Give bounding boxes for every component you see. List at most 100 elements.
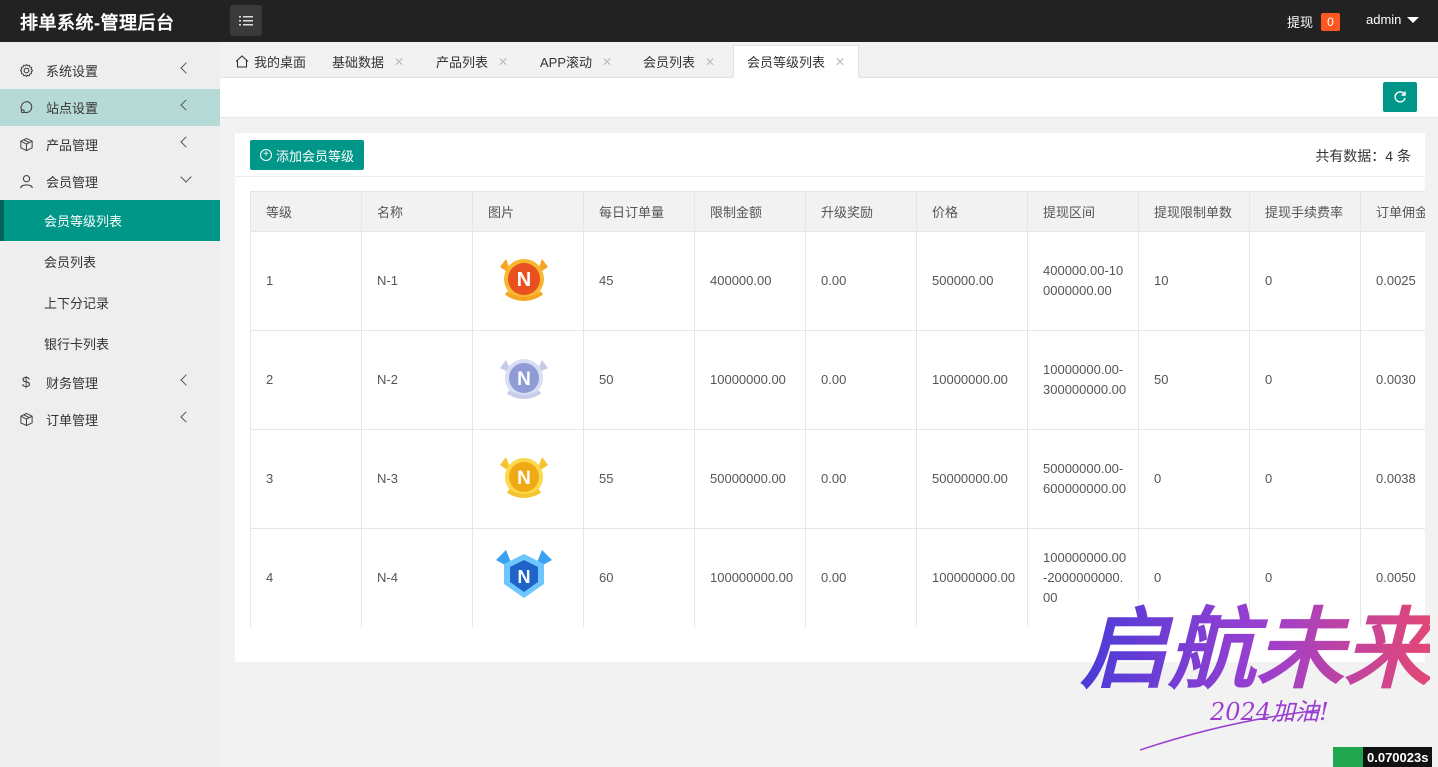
cell-daily-orders: 60 <box>583 528 695 627</box>
sidebar-item-label: 财务管理 <box>46 376 99 391</box>
chevron-left-icon <box>180 62 192 74</box>
tab-label: 产品列表 <box>436 55 489 70</box>
caret-down-icon <box>1407 16 1420 23</box>
user-name: admin <box>1366 12 1402 27</box>
cell-price: 50000000.00 <box>916 429 1028 529</box>
sidebar-subitem-label: 会员列表 <box>44 255 97 270</box>
cell-image: N <box>472 231 584 331</box>
cell-withdraw-range: 100000000.00-2000000000.00 <box>1027 528 1139 627</box>
user-menu[interactable]: admin <box>1366 12 1420 27</box>
cell-withdraw-limit-count: 10 <box>1138 231 1250 331</box>
sidebar-subitem-bank-cards[interactable]: 银行卡列表 <box>0 323 220 364</box>
cell-name: N-4 <box>361 528 473 627</box>
close-icon[interactable]: ✕ <box>498 55 508 69</box>
cell-upgrade-bonus: 0.00 <box>805 330 917 430</box>
cell-limit-amount: 400000.00 <box>694 231 806 331</box>
sidebar-item-site-settings[interactable]: 站点设置 <box>0 89 220 126</box>
list-icon <box>239 15 253 25</box>
chevron-left-icon <box>180 411 192 423</box>
cell-name: N-1 <box>361 231 473 331</box>
cell-image: N <box>472 528 584 627</box>
sidebar-item-product-management[interactable]: 产品管理 <box>0 126 220 163</box>
close-icon[interactable]: ✕ <box>602 55 612 69</box>
sidebar-item-finance-management[interactable]: $ 财务管理 <box>0 364 220 401</box>
sidebar-subitem-label: 上下分记录 <box>44 296 110 311</box>
add-member-level-button[interactable]: + 添加会员等级 <box>250 140 365 170</box>
sidebar-subitem-credit-records[interactable]: 上下分记录 <box>0 282 220 323</box>
sidebar-subitem-member-levels[interactable]: 会员等级列表 <box>0 200 220 241</box>
cell-upgrade-bonus: 0.00 <box>805 528 917 627</box>
tab-home[interactable]: 我的桌面 <box>235 45 306 78</box>
table-row: 4 N-4 N 60 100000000.00 0.00 100000000.0… <box>250 528 1425 627</box>
cell-limit-amount: 50000000.00 <box>694 429 806 529</box>
level-badge-silver-icon: N <box>500 359 548 399</box>
tab-app-scroll[interactable]: APP滚动 ✕ <box>540 45 612 78</box>
sidebar-item-member-management[interactable]: 会员管理 <box>0 163 220 200</box>
menu-toggle-button[interactable] <box>230 5 262 36</box>
cell-commission: 0.0030 <box>1360 330 1425 430</box>
svg-text:N: N <box>518 567 531 587</box>
chevron-left-icon <box>180 136 192 148</box>
content-card: + 添加会员等级 共有数据：4 条 等级 名称 图片 每日订单量 限制金额 升级… <box>235 133 1425 662</box>
level-badge-blue-icon: N <box>496 550 552 598</box>
cell-commission: 0.0038 <box>1360 429 1425 529</box>
cell-daily-orders: 55 <box>583 429 695 529</box>
gear-icon <box>18 63 34 79</box>
tab-basic-data[interactable]: 基础数据 ✕ <box>332 45 404 78</box>
sidebar-item-label: 系统设置 <box>46 64 99 79</box>
column-header: 订单佣金 <box>1360 191 1425 232</box>
column-header: 价格 <box>916 191 1028 232</box>
table-container[interactable]: 等级 名称 图片 每日订单量 限制金额 升级奖励 价格 提现区间 提现限制单数 … <box>250 191 1425 627</box>
box-icon <box>18 412 34 428</box>
sidebar-item-label: 产品管理 <box>46 138 99 153</box>
tab-member-list[interactable]: 会员列表 ✕ <box>643 45 715 78</box>
total-count: 共有数据：4 条 <box>1315 148 1411 164</box>
cell-withdraw-fee: 0 <box>1249 231 1361 331</box>
column-header: 提现区间 <box>1027 191 1139 232</box>
svg-text:N: N <box>517 468 531 489</box>
cell-withdraw-fee: 0 <box>1249 429 1361 529</box>
table-row: 2 N-2 N 50 10000000.00 0.00 10000000.00 … <box>250 330 1425 430</box>
cell-limit-amount: 10000000.00 <box>694 330 806 430</box>
top-header: 排单系统-管理后台 提现 0 admin <box>0 0 1438 42</box>
globe-icon <box>18 100 34 116</box>
cell-name: N-3 <box>361 429 473 529</box>
column-header: 提现限制单数 <box>1138 191 1250 232</box>
cell-image: N <box>472 330 584 430</box>
sidebar-subitem-label: 银行卡列表 <box>44 337 110 352</box>
close-icon[interactable]: ✕ <box>835 55 845 69</box>
tab-product-list[interactable]: 产品列表 ✕ <box>436 45 508 78</box>
sidebar-subitem-label: 会员等级列表 <box>44 214 123 229</box>
sidebar-item-system-settings[interactable]: 系统设置 <box>0 52 220 89</box>
refresh-button[interactable] <box>1383 82 1417 112</box>
close-icon[interactable]: ✕ <box>394 55 404 69</box>
plus-circle-icon: + <box>260 149 272 161</box>
sidebar-item-label: 订单管理 <box>46 413 99 428</box>
close-icon[interactable]: ✕ <box>705 55 715 69</box>
toolbar <box>220 78 1438 118</box>
cell-withdraw-range: 400000.00-100000000.00 <box>1027 231 1139 331</box>
cell-commission: 0.0025 <box>1360 231 1425 331</box>
user-icon <box>18 174 34 190</box>
tab-label: 基础数据 <box>332 55 385 70</box>
cell-level: 1 <box>250 231 362 331</box>
load-timer: 0.070023s <box>1333 747 1433 767</box>
sidebar-item-label: 站点设置 <box>46 101 99 116</box>
tab-label: 我的桌面 <box>254 55 307 70</box>
cell-withdraw-fee: 0 <box>1249 330 1361 430</box>
level-badge-orange-icon: N <box>500 259 548 301</box>
sidebar-item-label: 会员管理 <box>46 175 99 190</box>
tab-member-levels[interactable]: 会员等级列表 ✕ <box>733 45 860 78</box>
cell-daily-orders: 45 <box>583 231 695 331</box>
box-icon <box>18 137 34 153</box>
cell-level: 4 <box>250 528 362 627</box>
sidebar-subitem-member-list[interactable]: 会员列表 <box>0 241 220 282</box>
cell-price: 500000.00 <box>916 231 1028 331</box>
divider <box>235 176 1425 177</box>
add-button-label: 添加会员等级 <box>276 148 355 164</box>
withdraw-count-badge: 0 <box>1321 12 1341 31</box>
cell-price: 10000000.00 <box>916 330 1028 430</box>
sidebar-item-order-management[interactable]: 订单管理 <box>0 401 220 438</box>
column-header: 限制金额 <box>694 191 806 232</box>
withdraw-link[interactable]: 提现 0 <box>1287 12 1341 31</box>
